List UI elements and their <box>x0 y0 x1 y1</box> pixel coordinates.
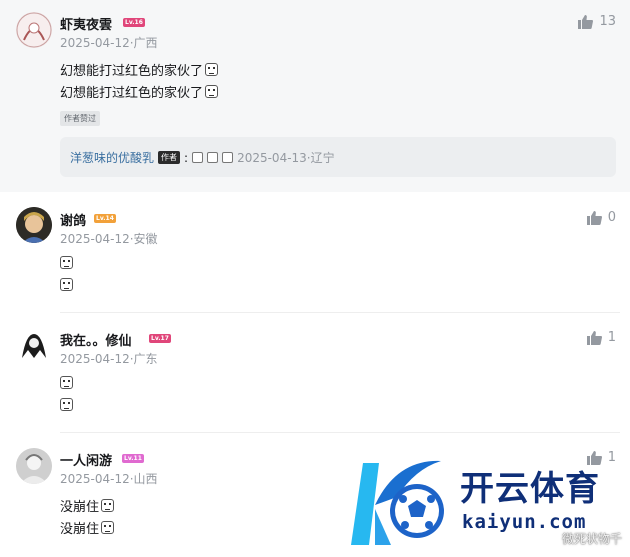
watermark-text: 微死状物千 <box>561 532 622 546</box>
username[interactable]: 一人闲游 <box>60 450 112 469</box>
thumbs-up-icon <box>586 330 602 345</box>
emoji-icon <box>101 499 115 512</box>
comment-line <box>60 256 73 269</box>
emoji-icon <box>60 256 73 269</box>
comment-line <box>60 398 73 411</box>
level-badge: Lv.14 <box>94 214 116 223</box>
emoji-icon <box>60 376 73 389</box>
comment-line: 幻想能打过红色的家伙了 <box>60 60 219 79</box>
emoji-icon <box>60 398 73 411</box>
reply-username[interactable]: 洋葱味的优酸乳 <box>70 149 154 166</box>
comment-meta: 2025-04-12·安徽 <box>60 232 158 246</box>
like-button[interactable]: 13 <box>578 14 616 29</box>
k-ball-logo-icon <box>351 460 444 545</box>
author-liked-tag: 作者赞过 <box>60 111 100 126</box>
emoji-icon <box>222 152 234 163</box>
like-button[interactable]: 1 <box>586 330 616 345</box>
emoji-icon <box>192 152 204 163</box>
thumbs-up-icon <box>586 210 602 225</box>
emoji-icon <box>205 63 219 76</box>
username[interactable]: 虾夷夜雲 <box>60 14 112 33</box>
emoji-icon <box>60 278 73 291</box>
username[interactable]: 谢鸽 <box>60 210 86 229</box>
like-count: 0 <box>607 210 616 225</box>
reply-meta: 2025-04-13·辽宁 <box>237 151 335 165</box>
author-tag: 作者 <box>158 151 181 164</box>
comment-line <box>60 376 73 389</box>
emoji-icon <box>205 85 219 98</box>
comment-meta: 2025-04-12·广西 <box>60 36 158 50</box>
comment-meta: 2025-04-12·山西 <box>60 472 158 486</box>
avatar[interactable] <box>16 328 52 364</box>
comment-item: 虾夷夜雲 Lv.16 2025-04-12·广西 13 幻想能打过红色的家伙了 … <box>0 0 630 192</box>
avatar[interactable] <box>16 207 52 243</box>
username[interactable]: 我在。。修仙 <box>60 330 132 349</box>
divider <box>60 312 620 313</box>
comment-line: 没崩住 <box>60 518 115 537</box>
reply-preview[interactable]: 洋葱味的优酸乳 作者 : 2025-04-13·辽宁 <box>60 137 616 177</box>
like-button[interactable]: 0 <box>586 210 616 225</box>
comment-meta: 2025-04-12·广东 <box>60 352 158 366</box>
like-count: 13 <box>599 14 616 29</box>
like-count: 1 <box>607 330 616 345</box>
divider <box>60 432 620 433</box>
comment-line <box>60 278 73 291</box>
comment-line: 幻想能打过红色的家伙了 <box>60 82 219 101</box>
comment-line: 没崩住 <box>60 496 115 515</box>
thumbs-up-icon <box>578 14 594 29</box>
emoji-icon <box>207 152 219 163</box>
reply-row: 洋葱味的优酸乳 作者 : 2025-04-13·辽宁 <box>70 149 335 166</box>
avatar[interactable] <box>16 12 52 48</box>
logo-chinese-text: 开云体育 <box>460 469 600 509</box>
level-badge: Lv.11 <box>122 454 144 463</box>
level-badge: Lv.17 <box>149 334 171 343</box>
level-badge: Lv.16 <box>123 18 145 27</box>
emoji-icon <box>101 521 115 534</box>
avatar[interactable] <box>16 448 52 484</box>
